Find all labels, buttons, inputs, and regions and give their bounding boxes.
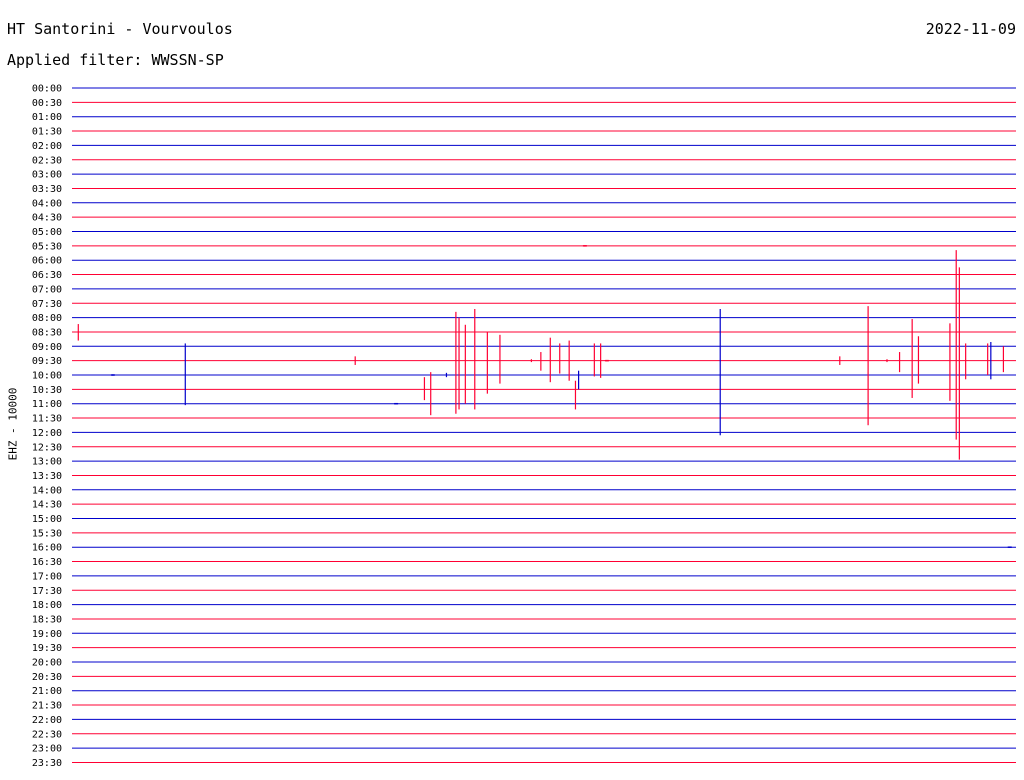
time-tick-label: 15:00	[32, 514, 62, 525]
time-tick-label: 13:00	[32, 457, 62, 468]
time-tick-label: 09:30	[32, 356, 62, 367]
time-tick-label: 18:00	[32, 600, 62, 611]
time-tick-label: 01:30	[32, 127, 62, 138]
time-tick-label: 23:00	[32, 744, 62, 755]
time-tick-label: 22:00	[32, 715, 62, 726]
time-tick-label: 10:30	[32, 385, 62, 396]
time-tick-label: 21:30	[32, 701, 62, 712]
time-tick-label: 09:00	[32, 342, 62, 353]
time-tick-label: 14:30	[32, 500, 62, 511]
time-tick-label: 15:30	[32, 528, 62, 539]
time-tick-label: 14:00	[32, 485, 62, 496]
time-tick-label: 02:00	[32, 141, 62, 152]
time-tick-label: 20:30	[32, 672, 62, 683]
time-tick-label: 12:30	[32, 442, 62, 453]
time-tick-label: 11:00	[32, 399, 62, 410]
time-tick-label: 04:30	[32, 213, 62, 224]
time-tick-label: 06:30	[32, 270, 62, 281]
time-tick-label: 00:00	[32, 84, 62, 95]
time-tick-label: 19:00	[32, 629, 62, 640]
time-tick-label: 03:00	[32, 170, 62, 181]
time-tick-label: 18:30	[32, 614, 62, 625]
time-tick-label: 17:00	[32, 571, 62, 582]
time-tick-label: 10:00	[32, 371, 62, 382]
time-tick-label: 12:00	[32, 428, 62, 439]
time-tick-label: 03:30	[32, 184, 62, 195]
time-tick-label: 21:00	[32, 686, 62, 697]
time-tick-label: 05:00	[32, 227, 62, 238]
time-tick-label: 04:00	[32, 198, 62, 209]
time-tick-label: 02:30	[32, 155, 62, 166]
time-tick-label: 19:30	[32, 643, 62, 654]
time-tick-label: 06:00	[32, 256, 62, 267]
time-tick-label: 16:00	[32, 543, 62, 554]
time-tick-label: 13:30	[32, 471, 62, 482]
time-tick-label: 17:30	[32, 586, 62, 597]
time-tick-label: 07:00	[32, 284, 62, 295]
time-tick-label: 23:30	[32, 758, 62, 769]
time-tick-label: 08:00	[32, 313, 62, 324]
time-tick-label: 20:00	[32, 658, 62, 669]
time-tick-label: 01:00	[32, 112, 62, 123]
time-tick-label: 08:30	[32, 327, 62, 338]
time-tick-label: 11:30	[32, 414, 62, 425]
time-tick-label: 22:30	[32, 729, 62, 740]
time-tick-label: 05:30	[32, 241, 62, 252]
time-tick-label: 07:30	[32, 299, 62, 310]
time-tick-label: 00:30	[32, 98, 62, 109]
helicorder-plot: 00:00 00:30 01:00 01:30 02:00 02:30 03:00 03:30…	[32, 84, 1016, 769]
time-tick-label: 16:30	[32, 557, 62, 568]
